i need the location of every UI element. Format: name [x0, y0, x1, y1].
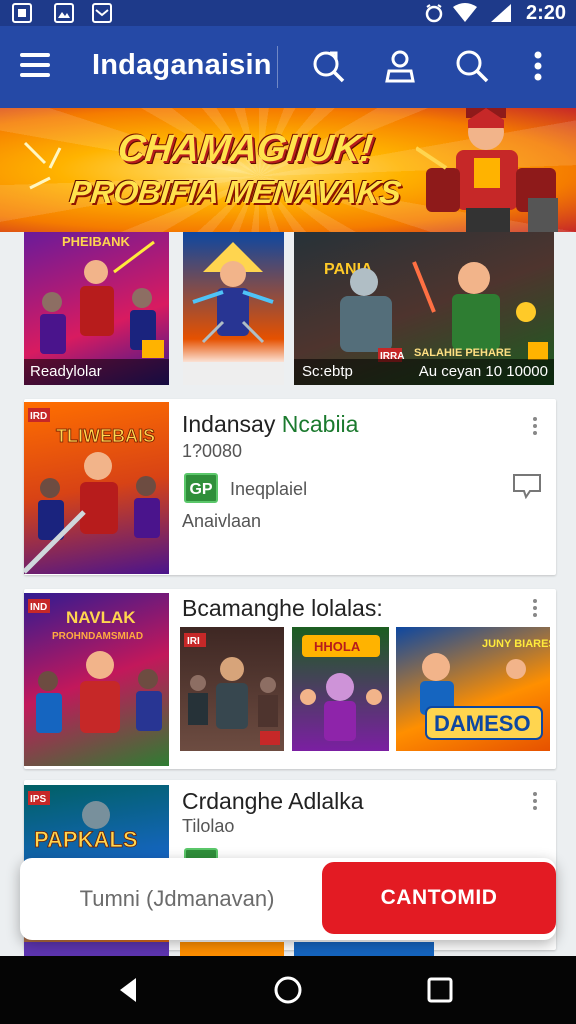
svg-text:PAPKALS: PAPKALS	[34, 827, 138, 852]
card-3-more-icon[interactable]	[532, 792, 538, 812]
svg-text:NAVLAK: NAVLAK	[66, 608, 136, 627]
card-2-art: IND NAVLAK PROHNDAMSMIAD	[28, 599, 162, 733]
card-2-thumbnail[interactable]: IND NAVLAK PROHNDAMSMIAD	[24, 593, 169, 766]
svg-text:IPS: IPS	[30, 794, 46, 805]
search-icon[interactable]	[452, 46, 492, 86]
game-card-2[interactable]: IND NAVLAK PROHNDAMSMIAD Bcamanghe lolal…	[24, 589, 556, 769]
top-row-item-2[interactable]	[183, 232, 284, 385]
card-3-subtitle: Tilolao	[182, 816, 235, 836]
recents-icon[interactable]	[424, 974, 456, 1006]
item-1-caption: Readylolar	[24, 359, 169, 385]
screenshot-1-art: IRI	[184, 633, 280, 745]
screenshot-2-art: HHOLA	[300, 635, 382, 741]
back-icon[interactable]	[112, 974, 144, 1006]
card-2-screenshot-3[interactable]: JUNY BIARES DAMESO	[396, 627, 550, 751]
wifi-icon	[452, 3, 478, 23]
promo-banner[interactable]: CHAMAGIIUK! PROBIFIA MENAVAKS	[0, 108, 576, 232]
card-2-screenshot-2[interactable]: HHOLA	[292, 627, 389, 751]
item-3-caption-right: Au ceyan 10 10000	[418, 363, 548, 380]
banner-subheadline: PROBIFIA MENAVAKS	[68, 174, 403, 210]
image-notification-icon	[54, 3, 74, 23]
card-1-more-icon[interactable]	[532, 417, 538, 437]
signal-icon	[490, 3, 512, 23]
banner-headline: CHAMAGIIUK!	[115, 128, 375, 170]
next-item-thumbnail-1	[24, 942, 169, 956]
top-row-item-1[interactable]: PHEIBANK Readylolar	[24, 232, 169, 385]
card-1-gp-badge: GP	[184, 473, 218, 503]
home-icon[interactable]	[272, 974, 304, 1006]
card-1-thumbnail[interactable]: IRD TLIWEBAIS	[24, 402, 169, 574]
primary-action-button[interactable]: CANTOMID	[322, 862, 556, 934]
card-1-footer: Anaivlaan	[182, 511, 262, 531]
card-1-art: IRD TLIWEBAIS	[24, 408, 160, 574]
next-item-thumbnail-3	[294, 942, 434, 956]
card-2-screenshot-1[interactable]: IRI	[180, 627, 284, 751]
game-card-1[interactable]: IRD TLIWEBAIS Indansay Ncabiia 1?0080 GP…	[24, 399, 556, 575]
card-2-more-icon[interactable]	[532, 599, 538, 619]
card-1-comment-icon[interactable]	[512, 473, 542, 500]
status-bar: 2:20	[0, 0, 576, 26]
svg-text:PHEIBANK: PHEIBANK	[62, 234, 131, 249]
card-1-meta: Ineqplaiel	[230, 479, 308, 499]
card-1-subtitle: 1?0080	[182, 441, 243, 461]
card-1-title: Indansay Ncabiia	[182, 411, 359, 437]
hero-character-art	[416, 108, 558, 232]
svg-text:JUNY BIARES: JUNY BIARES	[482, 638, 550, 650]
system-nav-bar	[0, 956, 576, 1024]
mail-notification-icon	[92, 3, 112, 23]
refresh-search-icon[interactable]	[308, 46, 348, 86]
card-3-title: Crdanghe Adlalka	[182, 788, 364, 814]
account-icon[interactable]	[380, 46, 420, 86]
svg-text:HHOLA: HHOLA	[314, 639, 361, 654]
svg-text:IRD: IRD	[30, 411, 47, 422]
card-2-title: Bcamanghe lolalas:	[182, 595, 383, 621]
secondary-action-button[interactable]: Tumni (Jdmanavan)	[32, 866, 322, 932]
action-sheet: Tumni (Jdmanavan) CANTOMID	[20, 858, 556, 940]
item-2-art	[183, 242, 284, 385]
svg-text:IND: IND	[30, 602, 47, 613]
svg-text:PROHNDAMSMIAD: PROHNDAMSMIAD	[52, 631, 143, 642]
alarm-icon	[424, 3, 444, 23]
svg-text:SALAHIE PEHARE: SALAHIE PEHARE	[414, 347, 511, 359]
app-bar-divider	[277, 46, 278, 88]
app-title: Indaganaisin	[92, 49, 272, 81]
screenshot-3-art: JUNY BIARES DAMESO	[420, 638, 550, 740]
app-bar: Indaganaisin	[0, 26, 576, 108]
top-row-item-3[interactable]: PANIA IRRA SALAHIE PEHARE Sc:ebtp Au cey…	[294, 232, 554, 385]
svg-text:TLIWEBAIS: TLIWEBAIS	[56, 426, 155, 446]
overflow-menu-icon[interactable]	[520, 46, 556, 86]
menu-icon[interactable]	[20, 53, 50, 79]
svg-text:DAMESO: DAMESO	[434, 711, 531, 736]
next-item-thumbnail-2	[180, 942, 284, 956]
status-time: 2:20	[525, 2, 566, 24]
notification-icon	[12, 3, 32, 23]
svg-text:IRI: IRI	[187, 636, 200, 647]
